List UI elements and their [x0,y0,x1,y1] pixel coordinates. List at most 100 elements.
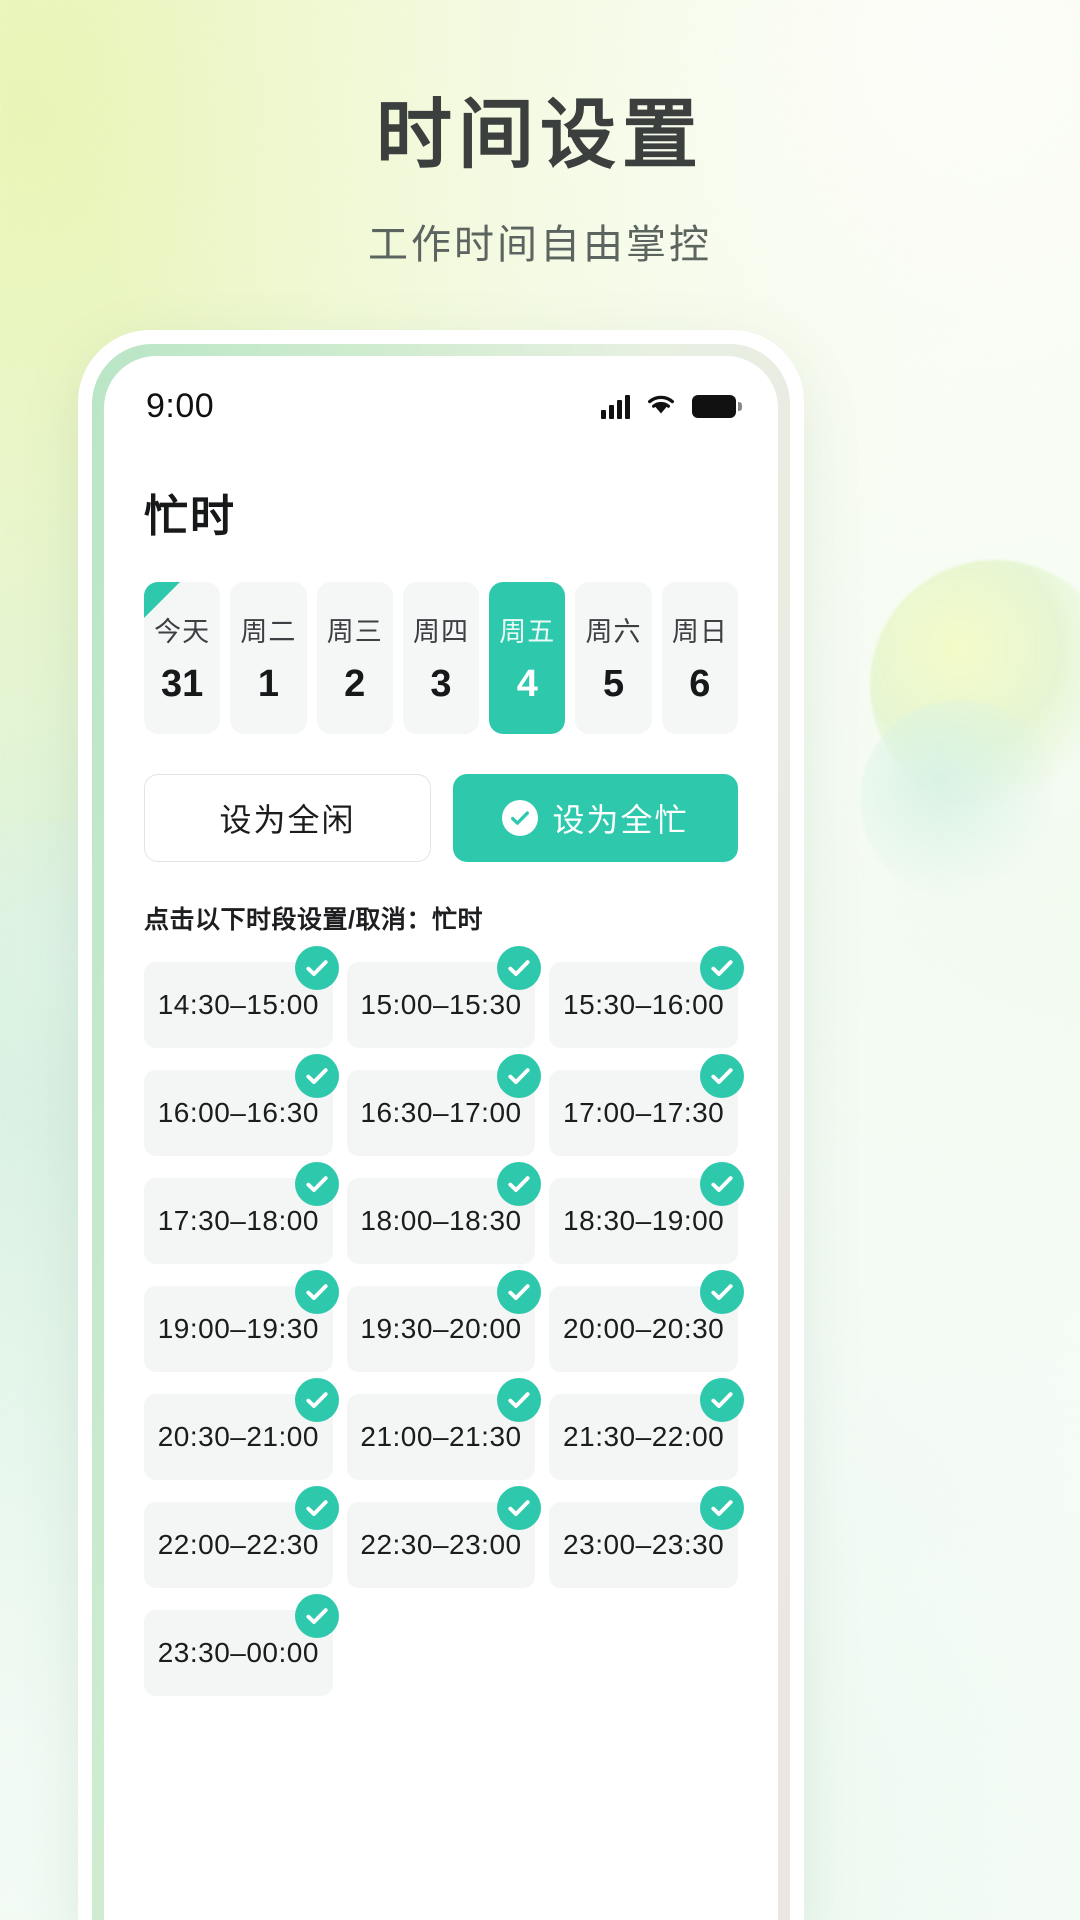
status-icon-group [601,391,742,422]
day-card-name: 周六 [585,617,642,647]
day-card-name: 周五 [499,617,556,647]
phone-screen: 9:00 忙时 今天 31 周二 1 周三 2 周四 3 周五 4 周六 5 周… [104,356,778,1920]
check-circle-icon [502,800,539,836]
check-circle-icon [700,1054,744,1098]
time-slot[interactable]: 15:30–16:00 [549,946,744,1048]
time-slot-grid: 14:30–15:00 15:00–15:30 15:30–16:00 16:0… [144,946,744,1696]
action-button-row: 设为全闲 设为全忙 [144,774,738,862]
time-slot[interactable]: 20:30–21:00 [144,1378,339,1480]
check-circle-icon [497,1162,542,1206]
check-circle-icon [497,1378,542,1422]
today-flag-icon [144,582,180,618]
time-slot[interactable]: 23:30–00:00 [144,1594,339,1696]
time-slot[interactable]: 15:00–15:30 [346,946,542,1048]
time-slot-label: 15:30–16:00 [563,989,725,1020]
time-slot-label: 21:30–22:00 [563,1421,725,1452]
check-circle-icon [294,1162,339,1206]
check-circle-icon [497,946,542,990]
battery-full-icon [692,394,742,418]
app-content: 忙时 今天 31 周二 1 周三 2 周四 3 周五 4 周六 5 周日 6 设… [104,480,778,1696]
day-card-number: 3 [430,663,452,705]
check-circle-icon [700,1162,744,1206]
day-card-number: 1 [257,663,279,705]
time-slot-label: 20:00–20:30 [563,1313,725,1344]
day-card-name: 周日 [671,617,728,647]
time-slot-label: 16:00–16:30 [157,1097,319,1128]
app-section-title: 忙时 [144,492,236,541]
time-slot-label: 19:30–20:00 [360,1313,522,1344]
check-circle-icon [700,946,744,990]
time-slot[interactable]: 23:00–23:30 [549,1486,744,1588]
time-slot-label: 23:30–00:00 [157,1637,319,1668]
day-card-name: 周二 [240,617,297,647]
decorative-blob-right [860,700,1060,900]
time-slot[interactable]: 17:30–18:00 [144,1162,339,1264]
check-circle-icon [294,1594,339,1638]
hero-header: 时间设置 工作时间自由掌控 [0,0,1080,270]
set-all-busy-button[interactable]: 设为全忙 [453,774,738,862]
status-bar: 9:00 [104,356,778,442]
day-card[interactable]: 今天 31 [144,582,221,734]
set-all-busy-label: 设为全忙 [552,802,689,838]
check-circle-icon [294,1270,339,1314]
cellular-signal-icon [601,393,630,419]
time-slot[interactable]: 16:00–16:30 [144,1054,339,1156]
day-card-selected[interactable]: 周五 4 [489,582,566,734]
time-slot[interactable]: 19:00–19:30 [144,1270,339,1372]
check-circle-icon [294,1378,339,1422]
day-card[interactable]: 周六 5 [575,582,652,734]
check-circle-icon [497,1486,542,1530]
status-time: 9:00 [146,386,215,425]
set-all-free-button[interactable]: 设为全闲 [144,774,431,862]
day-card[interactable]: 周二 1 [230,582,307,734]
time-slot[interactable]: 22:30–23:00 [346,1486,542,1588]
time-slot[interactable]: 18:00–18:30 [346,1162,542,1264]
check-circle-icon [700,1270,744,1314]
time-slot-label: 14:30–15:00 [157,989,319,1020]
check-circle-icon [294,1486,339,1530]
time-slot[interactable]: 19:30–20:00 [346,1270,542,1372]
time-slot[interactable]: 16:30–17:00 [346,1054,542,1156]
time-slot[interactable]: 21:30–22:00 [549,1378,744,1480]
check-circle-icon [497,1270,542,1314]
day-card[interactable]: 周四 3 [402,582,480,734]
day-selector[interactable]: 今天 31 周二 1 周三 2 周四 3 周五 4 周六 5 周日 6 [144,582,738,734]
decorative-blob-top-right [870,560,1080,810]
time-slot-label: 22:30–23:00 [360,1529,522,1560]
day-card-number: 6 [689,663,711,705]
time-slot-label: 19:00–19:30 [157,1313,319,1344]
day-card-name: 周三 [326,617,383,647]
time-slot-placeholder [549,1610,738,1696]
wifi-icon [644,391,678,422]
check-circle-icon [700,1378,744,1422]
check-circle-icon [700,1486,744,1530]
time-slot-label: 21:00–21:30 [360,1421,522,1452]
time-slot[interactable]: 18:30–19:00 [549,1162,744,1264]
time-slot[interactable]: 14:30–15:00 [144,946,339,1048]
day-card[interactable]: 周日 6 [661,582,738,734]
check-circle-icon [294,946,339,990]
time-slot[interactable]: 17:00–17:30 [549,1054,744,1156]
time-slot-placeholder [347,1610,536,1696]
time-slot-label: 15:00–15:30 [360,989,522,1020]
time-slot[interactable]: 21:00–21:30 [346,1378,542,1480]
time-slot-label: 20:30–21:00 [157,1421,319,1452]
day-card-number: 5 [602,663,625,705]
time-slot-label: 18:30–19:00 [563,1205,725,1236]
time-slot-label: 17:00–17:30 [563,1097,725,1128]
day-card[interactable]: 周三 2 [316,582,393,734]
phone-mockup: 9:00 忙时 今天 31 周二 1 周三 2 周四 3 周五 4 周六 5 周… [78,330,804,1920]
time-slot-label: 16:30–17:00 [360,1097,522,1128]
time-slot-label: 22:00–22:30 [157,1529,319,1560]
time-slot[interactable]: 22:00–22:30 [144,1486,339,1588]
page-title: 时间设置 [376,93,704,178]
page-subtitle: 工作时间自由掌控 [368,222,712,267]
day-card-number: 4 [516,663,538,705]
time-slot[interactable]: 20:00–20:30 [549,1270,744,1372]
day-card-name: 周四 [412,617,469,647]
time-slot-label: 18:00–18:30 [360,1205,522,1236]
time-slot-label: 17:30–18:00 [157,1205,319,1236]
time-slot-label: 23:00–23:30 [563,1529,725,1560]
check-circle-icon [294,1054,339,1098]
slot-hint-text: 点击以下时段设置/取消：忙时 [144,906,483,934]
